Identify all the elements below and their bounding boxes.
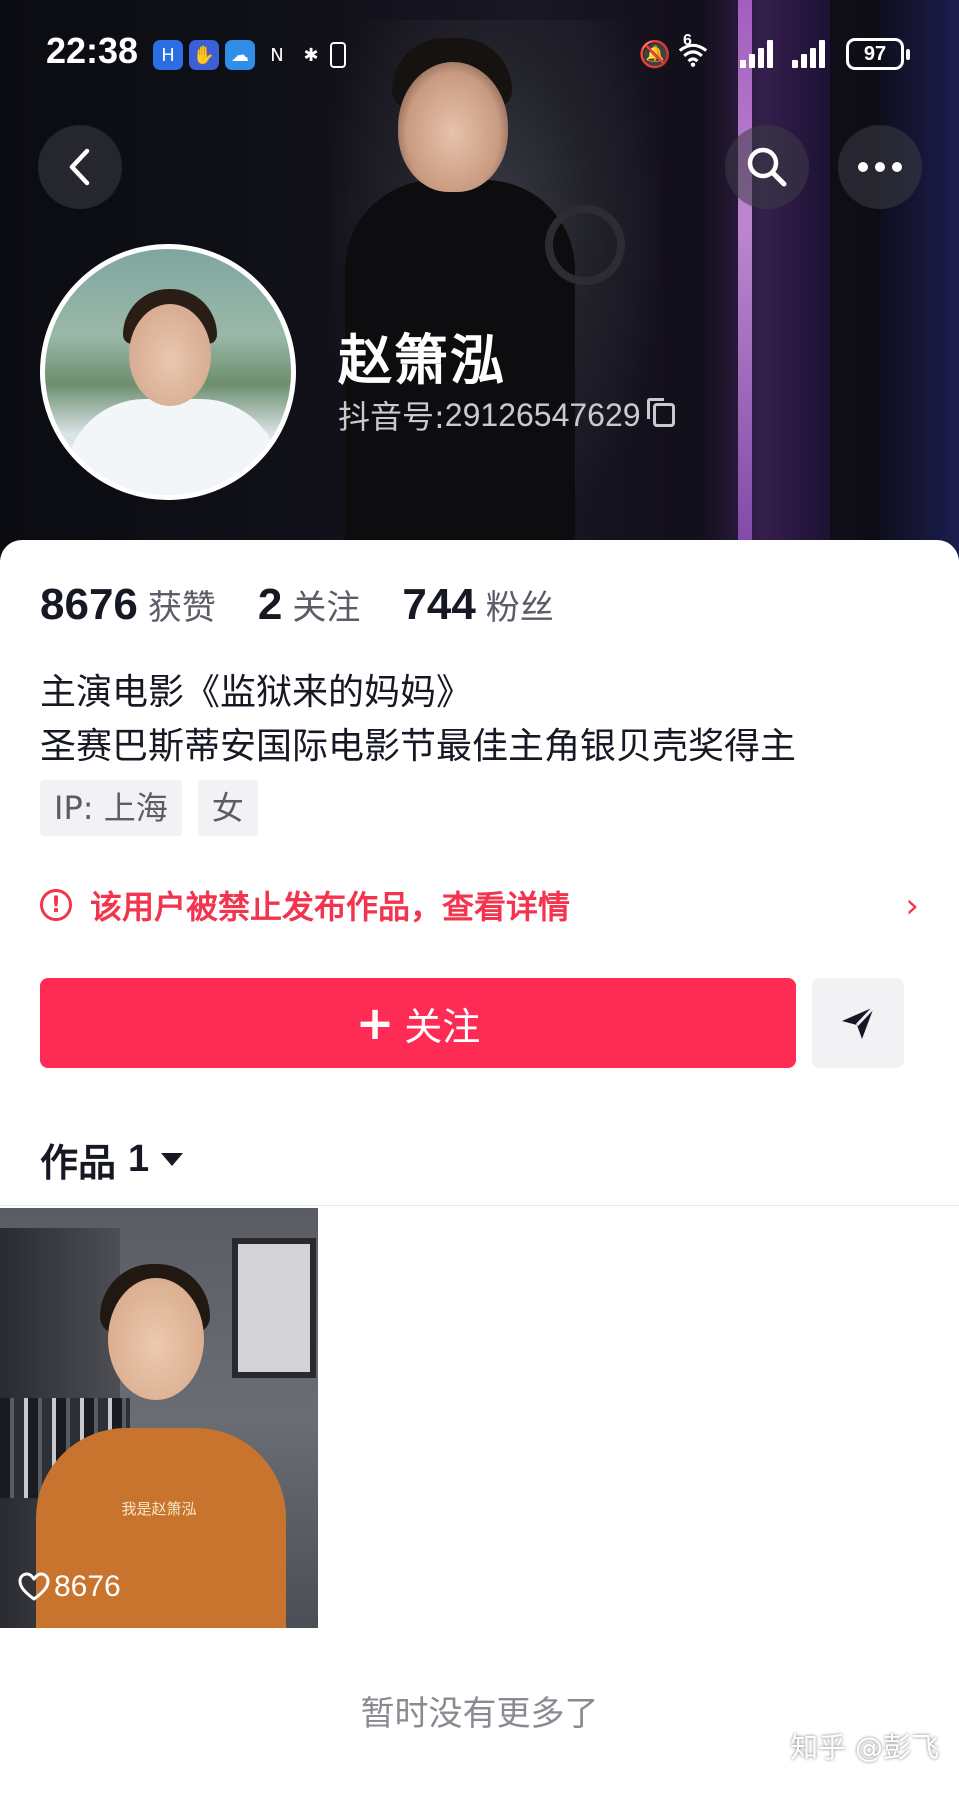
more-button[interactable] [838, 125, 922, 209]
bluetooth-icon: ✱ [303, 44, 319, 66]
vibrate-icon [330, 42, 346, 68]
tab-works-label: 作品 [40, 1141, 117, 1185]
follow-button-label: 关注 [404, 1004, 481, 1049]
weather-icon: ☁ [225, 40, 255, 70]
status-bar: 22:38 H ✋ ☁ N ✱ 🔕 6 97 [0, 0, 959, 110]
follow-button[interactable]: + 关注 [40, 978, 796, 1068]
likes-count[interactable]: 8676 [40, 580, 138, 630]
ip-location-tag: IP: 上海 [40, 780, 182, 836]
tab-works[interactable]: 作品 1 [40, 1132, 184, 1187]
search-icon [747, 147, 787, 187]
mute-bell-icon: 🔕 [638, 40, 672, 70]
following-label[interactable]: 关注 [292, 580, 360, 629]
send-icon [842, 1005, 876, 1039]
likes-label[interactable]: 获赞 [148, 580, 216, 629]
gender-tag: 女 [197, 780, 258, 836]
search-button[interactable] [725, 125, 809, 209]
video-likes: 8676 [18, 1570, 121, 1604]
ban-notice-text: 该用户被禁止发布作品，查看详情 [90, 888, 571, 926]
network-type-label: 6 [683, 32, 692, 49]
douyin-id-label: 抖音号: [338, 398, 445, 436]
nfc-icon: N [270, 44, 284, 66]
profile-tags: IP: 上海 女 [40, 780, 274, 836]
douyin-id-value: 29126547629 [444, 396, 641, 433]
video-thumbnail[interactable]: 我是赵箫泓 8676 [0, 1208, 318, 1628]
battery-icon: 97 [846, 38, 910, 70]
ban-notice[interactable]: ! 该用户被禁止发布作品，查看详情 › [40, 880, 919, 930]
copy-icon[interactable] [646, 398, 675, 427]
video-figure-head [108, 1278, 204, 1400]
back-button[interactable] [38, 125, 122, 209]
profile-name: 赵箫泓 [338, 329, 506, 392]
signal-2-icon [792, 40, 832, 68]
app-h-icon: H [153, 40, 183, 70]
tab-works-count: 1 [128, 1138, 150, 1180]
douyin-id-row[interactable]: 抖音号: 29126547629 [338, 392, 675, 438]
app-hand-icon: ✋ [189, 40, 219, 70]
stats-row: 8676 获赞 2 关注 744 粉丝 [40, 580, 596, 630]
chevron-left-icon [69, 148, 90, 186]
caret-down-icon [161, 1153, 184, 1166]
avatar-face [129, 304, 211, 406]
heart-icon [18, 1572, 50, 1601]
video-likes-count: 8676 [54, 1570, 121, 1603]
share-button[interactable] [812, 978, 904, 1068]
more-dots-icon [858, 162, 902, 172]
status-time: 22:38 [46, 30, 139, 71]
video-caption: 我是赵箫泓 [121, 1500, 197, 1518]
followers-label[interactable]: 粉丝 [486, 580, 554, 629]
video-picture-frame [232, 1238, 316, 1378]
following-count[interactable]: 2 [258, 580, 282, 630]
bio-line: 圣赛巴斯蒂安国际电影节最佳主角银贝壳奖得主 [40, 726, 797, 767]
profile-sheet: 8676 获赞 2 关注 744 粉丝 主演电影《监狱来的妈妈》 圣赛巴斯蒂安国… [0, 540, 959, 1794]
avatar[interactable] [40, 244, 296, 500]
chevron-right-icon: › [905, 886, 919, 926]
followers-count[interactable]: 744 [402, 580, 475, 630]
bio-line: 主演电影《监狱来的妈妈》 [40, 672, 473, 713]
avatar-suit [65, 399, 281, 495]
watermark: 知乎 @彭飞 [790, 1731, 939, 1764]
plus-icon: + [355, 996, 395, 1050]
divider [0, 1205, 959, 1206]
signal-1-icon [740, 40, 780, 68]
alert-icon: ! [40, 889, 72, 921]
cover-trophy [545, 205, 625, 285]
profile-bio: 主演电影《监狱来的妈妈》 圣赛巴斯蒂安国际电影节最佳主角银贝壳奖得主 [40, 666, 796, 774]
